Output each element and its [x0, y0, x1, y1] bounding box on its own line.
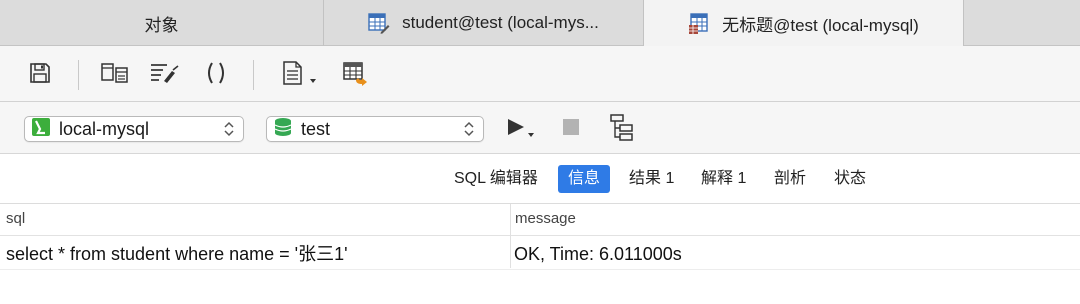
grid-header: sql message: [0, 204, 1080, 236]
query-builder-button[interactable]: [100, 60, 130, 90]
tab-label: 对象: [144, 15, 179, 35]
tab-label: 无标题@test (local-mysql): [722, 16, 919, 35]
tab-untitled-query[interactable]: 无标题@test (local-mysql): [644, 0, 964, 47]
tab-label: student@test (local-mys...: [402, 13, 599, 32]
document-tab-bar: 对象 student@test (local-mys... 无标题@test (…: [0, 0, 1080, 47]
info-grid: sql message select * from student where …: [0, 204, 1080, 304]
code-snippet-button[interactable]: [279, 60, 321, 90]
parentheses-button[interactable]: [201, 60, 231, 90]
tab-result-1[interactable]: 结果 1: [619, 165, 684, 193]
parentheses-icon: [204, 61, 228, 90]
toolbar-separator: [253, 60, 254, 90]
toolbar-separator: [78, 60, 79, 90]
save-icon: [28, 61, 52, 90]
result-subtabs: SQL 编辑器 信息 结果 1 解释 1 剖析 状态: [0, 154, 1080, 204]
column-header-message[interactable]: message: [515, 204, 576, 236]
beautify-sql-icon: [150, 61, 180, 90]
run-button[interactable]: [503, 114, 539, 144]
column-header-sql[interactable]: sql: [6, 204, 25, 236]
code-snippet-icon: [280, 60, 320, 91]
tab-bar-empty-area: [964, 0, 1080, 46]
database-select[interactable]: test: [266, 116, 484, 142]
tab-objects[interactable]: 对象: [0, 0, 324, 46]
tab-sql-editor[interactable]: SQL 编辑器: [444, 165, 548, 193]
beautify-sql-button[interactable]: [150, 60, 180, 90]
cell-message: OK, Time: 6.011000s: [514, 244, 682, 264]
connection-bar: local-mysql test: [0, 102, 1080, 154]
export-result-button[interactable]: [341, 60, 371, 90]
tab-info[interactable]: 信息: [558, 165, 611, 193]
query-builder-icon: [101, 61, 129, 90]
tab-explain-1[interactable]: 解释 1: [691, 165, 756, 193]
stop-button[interactable]: [556, 114, 586, 144]
run-icon: [504, 113, 538, 146]
explain-icon: [608, 113, 636, 146]
mysql-connection-icon: [31, 117, 51, 142]
connection-select[interactable]: local-mysql: [24, 116, 244, 142]
database-select-value: test: [301, 118, 331, 139]
chevron-updown-icon: [463, 120, 475, 138]
database-icon: [273, 117, 293, 142]
tab-status[interactable]: 状态: [824, 165, 876, 193]
tab-profile[interactable]: 剖析: [764, 165, 816, 193]
cell-sql: select * from student where name = '张三1': [6, 244, 348, 264]
table-edit-icon: [368, 12, 390, 34]
stop-icon: [561, 117, 581, 142]
table-row[interactable]: select * from student where name = '张三1'…: [0, 236, 1080, 270]
query-table-icon: [688, 12, 710, 35]
tab-student-table[interactable]: student@test (local-mys...: [324, 0, 644, 46]
export-result-icon: [342, 60, 370, 91]
chevron-updown-icon: [223, 120, 235, 138]
connection-select-value: local-mysql: [59, 118, 150, 139]
editor-toolbar: [0, 46, 1080, 102]
save-button[interactable]: [25, 60, 55, 90]
explain-button[interactable]: [607, 113, 637, 146]
